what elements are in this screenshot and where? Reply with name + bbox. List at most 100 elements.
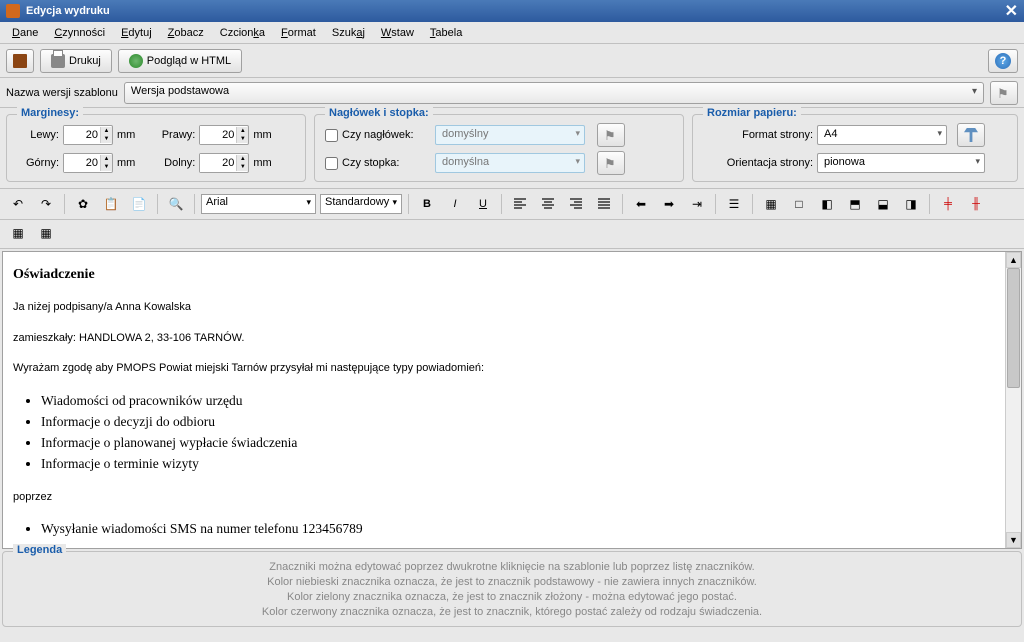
unit: mm bbox=[117, 157, 135, 169]
gorny-spin[interactable]: ▲▼ bbox=[63, 153, 113, 173]
border-all-button[interactable]: ▦ bbox=[759, 193, 783, 215]
world-icon bbox=[129, 54, 143, 68]
vertical-scrollbar[interactable]: ▲ ▼ bbox=[1005, 252, 1021, 548]
legend-text: Znaczniki można edytować poprzez dwukrot… bbox=[13, 558, 1011, 619]
paste-button[interactable]: 📄 bbox=[127, 193, 151, 215]
redo-button[interactable]: ↷ bbox=[34, 193, 58, 215]
tool1-button[interactable]: ✿ bbox=[71, 193, 95, 215]
lewy-label: Lewy: bbox=[17, 129, 59, 141]
up-arrow-icon[interactable]: ▲ bbox=[100, 155, 112, 163]
gorny-input[interactable] bbox=[64, 154, 100, 172]
menu-edytuj[interactable]: Edytuj bbox=[113, 25, 160, 41]
help-icon: ? bbox=[995, 53, 1011, 69]
border-left-button[interactable]: ◧ bbox=[815, 193, 839, 215]
copy-button[interactable]: 📋 bbox=[99, 193, 123, 215]
scroll-up-icon[interactable]: ▲ bbox=[1006, 252, 1021, 268]
border-none-button[interactable]: □ bbox=[787, 193, 811, 215]
align-center-button[interactable] bbox=[536, 193, 560, 215]
template-flag-button[interactable] bbox=[990, 81, 1018, 105]
italic-button[interactable]: I bbox=[443, 193, 467, 215]
podglad-button[interactable]: Podgląd w HTML bbox=[118, 49, 242, 73]
table-button-1[interactable]: ▦ bbox=[6, 222, 30, 244]
indent-inc-button[interactable]: ➡ bbox=[657, 193, 681, 215]
stopka-flag-button[interactable] bbox=[597, 151, 625, 175]
lewy-input[interactable] bbox=[64, 126, 100, 144]
close-button[interactable]: ✕ bbox=[1005, 1, 1018, 21]
down-arrow-icon[interactable]: ▼ bbox=[100, 135, 112, 143]
flag-icon bbox=[997, 86, 1011, 100]
menu-zobacz[interactable]: Zobacz bbox=[160, 25, 212, 41]
font-combo[interactable]: Arial bbox=[201, 194, 316, 214]
paper-group: Rozmiar papieru: Format strony: A4 Orien… bbox=[692, 114, 1018, 182]
template-combo[interactable]: Wersja podstawowa bbox=[124, 82, 984, 104]
size-combo[interactable]: Standardowy bbox=[320, 194, 402, 214]
bold-button[interactable]: B bbox=[415, 193, 439, 215]
dolny-input[interactable] bbox=[200, 154, 236, 172]
template-row: Nazwa wersji szablonu Wersja podstawowa bbox=[0, 78, 1024, 108]
dolny-label: Dolny: bbox=[147, 157, 195, 169]
up-arrow-icon[interactable]: ▲ bbox=[236, 155, 248, 163]
menu-format[interactable]: Format bbox=[273, 25, 324, 41]
list-item: Informacje o terminie wizyty bbox=[41, 454, 1011, 474]
zoom-button[interactable]: 🔍 bbox=[164, 193, 188, 215]
dolny-spin[interactable]: ▲▼ bbox=[199, 153, 249, 173]
drukuj-button[interactable]: Drukuj bbox=[40, 49, 112, 73]
list-button[interactable]: ☰ bbox=[722, 193, 746, 215]
scroll-thumb[interactable] bbox=[1007, 268, 1020, 388]
list-item: Wiadomości od pracowników urzędu bbox=[41, 391, 1011, 411]
border-bottom-button[interactable]: ⬓ bbox=[871, 193, 895, 215]
margins-title: Marginesy: bbox=[17, 107, 83, 119]
underline-button[interactable]: U bbox=[471, 193, 495, 215]
doc-p2: zamieszkały: HANDLOWA 2, 33-106 TARNÓW. bbox=[13, 330, 1011, 347]
app-icon bbox=[6, 4, 20, 18]
unit: mm bbox=[117, 129, 135, 141]
border-right-button[interactable]: ◨ bbox=[899, 193, 923, 215]
indent-button[interactable]: ⇥ bbox=[685, 193, 709, 215]
up-arrow-icon[interactable]: ▲ bbox=[100, 127, 112, 135]
scroll-down-icon[interactable]: ▼ bbox=[1006, 532, 1021, 548]
align-left-button[interactable] bbox=[508, 193, 532, 215]
undo-button[interactable]: ↶ bbox=[6, 193, 30, 215]
editor-content[interactable]: Oświadczenie Ja niżej podpisany/a Anna K… bbox=[3, 252, 1021, 548]
row-del-button[interactable]: ╫ bbox=[964, 193, 988, 215]
lewy-spin[interactable]: ▲▼ bbox=[63, 125, 113, 145]
up-arrow-icon[interactable]: ▲ bbox=[236, 127, 248, 135]
align-justify-icon bbox=[597, 197, 611, 211]
naglowek-combo[interactable]: domyślny bbox=[435, 125, 585, 145]
menu-wstaw[interactable]: Wstaw bbox=[373, 25, 422, 41]
book-button[interactable] bbox=[6, 49, 34, 73]
down-arrow-icon[interactable]: ▼ bbox=[236, 135, 248, 143]
doc-list-2: Wysyłanie wiadomości SMS na numer telefo… bbox=[41, 519, 1011, 539]
menu-tabela[interactable]: Tabela bbox=[422, 25, 470, 41]
menu-czcionka[interactable]: Czcionka bbox=[212, 25, 273, 41]
editor-toolbar: ↶ ↷ ✿ 📋 📄 🔍 Arial Standardowy B I U ⬅ ➡ … bbox=[0, 189, 1024, 220]
prawy-input[interactable] bbox=[200, 126, 236, 144]
menu-szukaj[interactable]: Szukaj bbox=[324, 25, 373, 41]
border-top-button[interactable]: ⬒ bbox=[843, 193, 867, 215]
format-tool-button[interactable] bbox=[957, 123, 985, 147]
unit: mm bbox=[253, 129, 271, 141]
naglowek-flag-button[interactable] bbox=[597, 123, 625, 147]
table-button-2[interactable]: ▦ bbox=[34, 222, 58, 244]
indent-dec-button[interactable]: ⬅ bbox=[629, 193, 653, 215]
align-right-button[interactable] bbox=[564, 193, 588, 215]
book-icon bbox=[13, 54, 27, 68]
orient-combo[interactable]: pionowa bbox=[817, 153, 985, 173]
stopka-combo[interactable]: domyślna bbox=[435, 153, 585, 173]
align-center-icon bbox=[541, 197, 555, 211]
row-add-button[interactable]: ╪ bbox=[936, 193, 960, 215]
prawy-label: Prawy: bbox=[147, 129, 195, 141]
headerfooter-group: Nagłówek i stopka: Czy nagłówek: domyśln… bbox=[314, 114, 684, 182]
stopka-checkbox[interactable] bbox=[325, 157, 338, 170]
align-justify-button[interactable] bbox=[592, 193, 616, 215]
down-arrow-icon[interactable]: ▼ bbox=[236, 163, 248, 171]
naglowek-checkbox[interactable] bbox=[325, 129, 338, 142]
editor-toolbar-2: ▦ ▦ bbox=[0, 220, 1024, 249]
format-combo[interactable]: A4 bbox=[817, 125, 947, 145]
help-button[interactable]: ? bbox=[988, 49, 1018, 73]
menu-dane[interactable]: Dane bbox=[4, 25, 46, 41]
align-right-icon bbox=[569, 197, 583, 211]
down-arrow-icon[interactable]: ▼ bbox=[100, 163, 112, 171]
menu-czynnosci[interactable]: Czynności bbox=[46, 25, 113, 41]
prawy-spin[interactable]: ▲▼ bbox=[199, 125, 249, 145]
